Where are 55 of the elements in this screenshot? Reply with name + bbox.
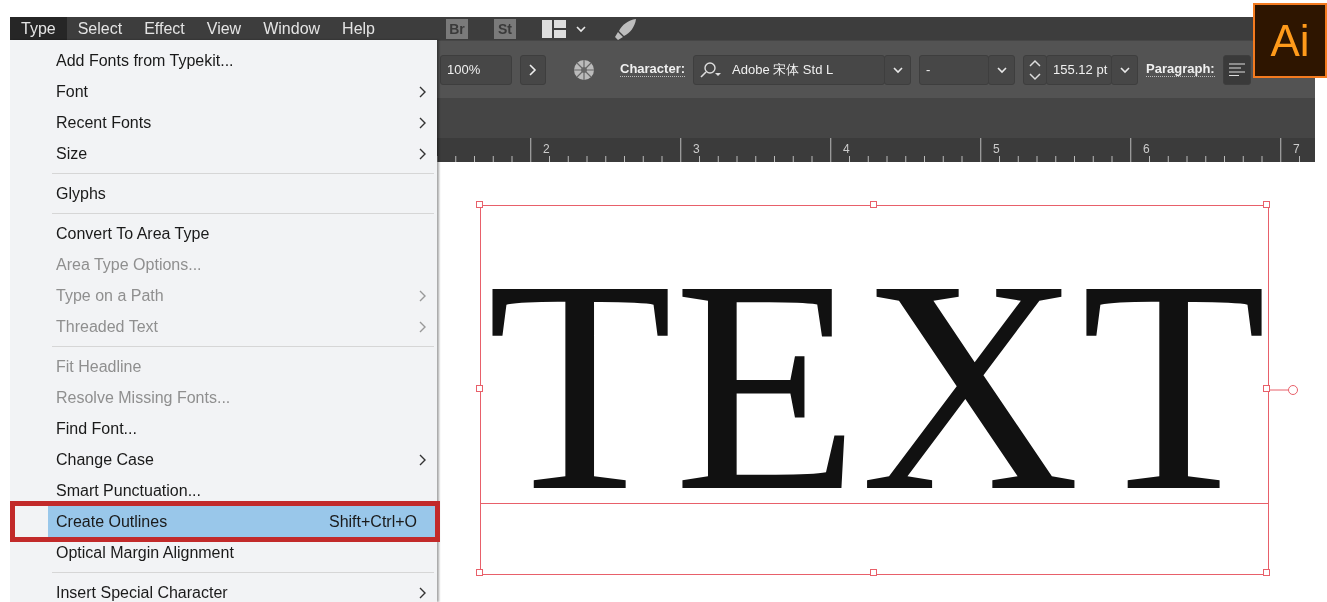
menu-item[interactable]: Smart Punctuation... bbox=[48, 475, 437, 506]
menu-item[interactable]: Add Fonts from Typekit... bbox=[48, 45, 437, 76]
search-icon bbox=[700, 61, 723, 78]
chevron-icon bbox=[527, 62, 537, 77]
menu-bar-item[interactable]: Effect bbox=[133, 17, 196, 40]
ruler-label: 2 bbox=[543, 141, 550, 158]
menu-bar-item[interactable]: Window bbox=[252, 17, 332, 40]
font-name: Adobe 宋体 Std L bbox=[732, 60, 834, 79]
menu-item[interactable]: Convert To Area Type bbox=[48, 218, 437, 249]
artboard-text: TEXT bbox=[487, 270, 1263, 502]
in-port-icon[interactable] bbox=[1269, 384, 1299, 396]
spinner-icon bbox=[1028, 57, 1043, 82]
menu-item[interactable]: Insert Special Character bbox=[48, 577, 437, 602]
menu-bar-item[interactable]: Help bbox=[331, 17, 386, 40]
character-label[interactable]: Character: bbox=[620, 62, 686, 77]
resize-handle[interactable] bbox=[869, 569, 877, 576]
resize-handle[interactable] bbox=[476, 569, 483, 576]
resize-handle[interactable] bbox=[1263, 385, 1270, 392]
menu-item[interactable]: Optical Margin Alignment bbox=[48, 537, 437, 568]
shortcut-text: Shift+Ctrl+O bbox=[328, 511, 418, 532]
ruler-label: 5 bbox=[993, 141, 1000, 158]
resize-handle[interactable] bbox=[869, 201, 877, 208]
menu-item[interactable]: Glyphs bbox=[48, 178, 437, 209]
resize-handle[interactable] bbox=[476, 385, 483, 392]
ruler-label: 3 bbox=[693, 141, 700, 158]
menu-item[interactable]: Find Font... bbox=[48, 413, 437, 444]
workspace-icon[interactable] bbox=[542, 19, 566, 38]
ruler-label: 6 bbox=[1143, 141, 1150, 158]
font-style-field[interactable]: - bbox=[919, 54, 990, 85]
dropdown-button[interactable] bbox=[884, 54, 912, 85]
ruler-label: 7 bbox=[1293, 141, 1300, 158]
align-left-button[interactable] bbox=[1222, 54, 1251, 85]
ruler-label: 4 bbox=[843, 141, 850, 158]
menu-bar-item[interactable]: View bbox=[195, 17, 253, 40]
paragraph-label[interactable]: Paragraph: bbox=[1146, 62, 1215, 77]
spinner-button[interactable] bbox=[1023, 54, 1048, 85]
zoom-arrow-button[interactable] bbox=[520, 54, 546, 85]
font-size-field[interactable]: 155.12 pt bbox=[1046, 54, 1113, 85]
menu-item[interactable]: Font bbox=[48, 76, 437, 107]
menu-bar-item[interactable]: Select bbox=[66, 17, 134, 40]
menu-item[interactable]: Recent Fonts bbox=[48, 107, 437, 138]
dropdown-button[interactable] bbox=[988, 54, 1016, 85]
resize-handle[interactable] bbox=[1263, 201, 1270, 208]
menu-item[interactable]: Size bbox=[48, 138, 437, 169]
font-field[interactable]: Adobe 宋体 Std L bbox=[693, 54, 886, 85]
menu-item[interactable]: Create Outlines Shift+Ctrl+O bbox=[48, 506, 435, 537]
resize-handle[interactable] bbox=[1263, 569, 1270, 576]
app-logo: Ai bbox=[1253, 3, 1327, 78]
dropdown-button[interactable] bbox=[1111, 54, 1139, 85]
menu-bar-item[interactable]: Type bbox=[10, 17, 67, 40]
menu-item[interactable]: Change Case bbox=[48, 444, 437, 475]
align-left-icon bbox=[1228, 63, 1245, 76]
globe-icon[interactable] bbox=[572, 57, 596, 82]
zoom-field[interactable]: 100% bbox=[440, 54, 512, 85]
resize-handle[interactable] bbox=[476, 201, 483, 208]
